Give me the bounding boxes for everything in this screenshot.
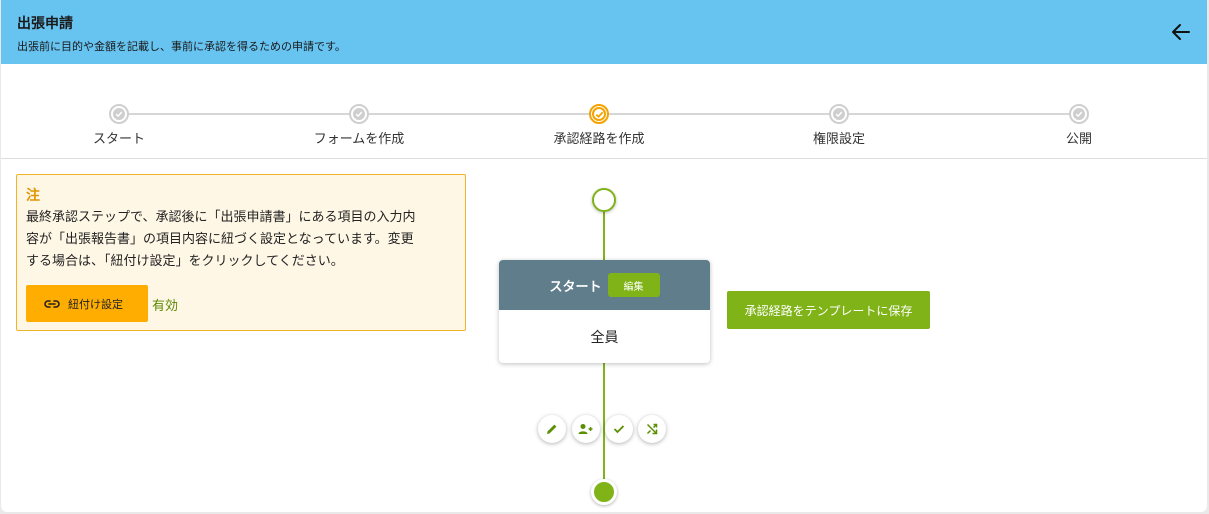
stepper: スタート フォームを作成 承認経路を作成 権限設定 公開 [1,64,1207,159]
step-complete-icon [109,104,129,124]
step-pending-icon [829,104,849,124]
flow-end-node [591,479,617,505]
step-label: 権限設定 [812,132,865,147]
flow-start-node [592,188,616,212]
shuffle-icon [646,423,658,435]
step-label: 公開 [1065,132,1092,147]
step-create-form[interactable]: フォームを作成 [259,104,459,147]
link-icon [44,299,60,308]
edit-step-button[interactable] [538,415,566,443]
step-publish[interactable]: 公開 [979,104,1179,147]
step-pending-icon [1069,104,1089,124]
approval-step-card: スタート 編集 全員 [499,260,710,363]
app-window: 出張申請 出張前に目的や金額を記載し、事前に承認を得るための申請です。 スタート… [1,0,1207,512]
step-label: フォームを作成 [313,132,405,147]
flow-connector [603,363,605,481]
step-start[interactable]: スタート [19,104,219,147]
add-approver-button[interactable] [572,415,600,443]
pencil-icon [547,424,557,434]
note-body: 最終承認ステップで、承認後に「出張申請書」にある項目の入力内 容が「出張報告書」… [26,207,458,273]
link-settings-button[interactable]: 紐付け設定 [26,285,148,322]
step-card-header: スタート 編集 [499,260,710,310]
edit-step-badge[interactable]: 編集 [607,273,660,297]
header: 出張申請 出張前に目的や金額を記載し、事前に承認を得るための申請です。 [1,0,1207,64]
approve-step-button[interactable] [605,415,633,443]
branch-button[interactable] [638,415,666,443]
link-settings-label: 紐付け設定 [68,297,123,311]
save-as-template-button[interactable]: 承認経路をテンプレートに保存 [727,291,930,329]
step-permissions[interactable]: 権限設定 [739,104,939,147]
step-create-route[interactable]: 承認経路を作成 [499,104,699,147]
note-line: する場合は、「紐付け設定」をクリックしてください。 [26,254,344,269]
step-label: スタート [92,132,145,147]
flow-connector [603,212,605,260]
note-line: 容が「出張報告書」の項目内容に紐づく設定となっています。変更 [26,232,414,247]
arrow-left-icon [1172,24,1190,40]
person-add-icon [578,424,593,434]
back-button[interactable] [1169,20,1193,44]
note-box: 注 最終承認ステップで、承認後に「出張申請書」にある項目の入力内 容が「出張報告… [16,174,466,331]
link-status-text: 有効 [152,299,179,314]
check-icon [613,425,625,434]
step-active-icon [589,104,609,124]
step-label: 承認経路を作成 [553,132,645,147]
page-title: 出張申請 [17,16,73,32]
step-card-title: スタート [549,279,602,295]
note-line: 最終承認ステップで、承認後に「出張申請書」にある項目の入力内 [26,210,416,225]
step-complete-icon [349,104,369,124]
step-assignee: 全員 [590,329,619,346]
page-subtitle: 出張前に目的や金額を記載し、事前に承認を得るための申請です。 [17,40,346,53]
note-title: 注 [26,188,40,204]
